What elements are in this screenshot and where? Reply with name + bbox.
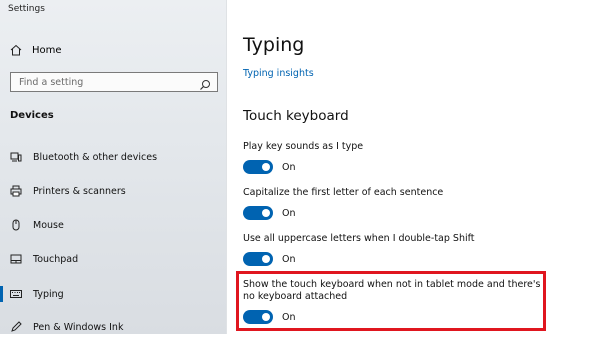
page-title: Typing: [243, 34, 305, 56]
sidebar-item-pen[interactable]: Pen & Windows Ink: [0, 316, 226, 338]
setting-key-sounds: Play key sounds as I type On: [243, 141, 543, 174]
search-box[interactable]: [10, 72, 218, 92]
toggle-knob: [262, 255, 270, 263]
toggle-knob: [262, 209, 270, 217]
capitalize-toggle[interactable]: [243, 206, 273, 220]
devices-section-label: Devices: [10, 110, 54, 121]
sidebar-item-label: Typing: [33, 288, 64, 300]
home-label: Home: [32, 44, 62, 56]
highlight-annotation-box: [236, 271, 546, 331]
setting-uppercase: Use all uppercase letters when I double-…: [243, 233, 543, 266]
app-title: Settings: [8, 4, 45, 14]
toggle-knob: [262, 163, 270, 171]
toggle-state-label: On: [282, 207, 296, 219]
setting-capitalize: Capitalize the first letter of each sent…: [243, 187, 543, 220]
sidebar-item-mouse[interactable]: Mouse: [0, 214, 226, 236]
key-sounds-toggle[interactable]: [243, 160, 273, 174]
sidebar-item-label: Printers & scanners: [33, 185, 126, 197]
sidebar-item-label: Touchpad: [33, 253, 79, 265]
sidebar: Settings Home Devices Bluetooth & other …: [0, 0, 227, 334]
section-heading: Touch keyboard: [243, 108, 349, 124]
keyboard-icon: [10, 288, 22, 300]
printer-icon: [10, 185, 22, 197]
sidebar-item-bluetooth[interactable]: Bluetooth & other devices: [0, 146, 226, 168]
search-icon[interactable]: [199, 76, 211, 90]
toggle-state-label: On: [282, 253, 296, 265]
touchpad-icon: [10, 253, 22, 265]
search-input[interactable]: [11, 75, 199, 89]
home-nav-item[interactable]: Home: [10, 40, 220, 60]
pen-icon: [10, 321, 22, 333]
sidebar-item-label: Pen & Windows Ink: [33, 321, 124, 333]
mouse-icon: [10, 219, 22, 231]
sidebar-item-typing[interactable]: Typing: [0, 283, 226, 305]
active-indicator: [0, 286, 3, 302]
sidebar-item-touchpad[interactable]: Touchpad: [0, 248, 226, 270]
sidebar-item-label: Bluetooth & other devices: [33, 151, 158, 163]
typing-insights-link[interactable]: Typing insights: [243, 68, 314, 79]
toggle-state-label: On: [282, 161, 296, 173]
uppercase-toggle[interactable]: [243, 252, 273, 266]
setting-label: Capitalize the first letter of each sent…: [243, 187, 444, 198]
sidebar-item-label: Mouse: [33, 219, 64, 231]
bluetooth-devices-icon: [10, 151, 22, 163]
home-icon: [10, 44, 22, 56]
setting-label: Use all uppercase letters when I double-…: [243, 233, 475, 244]
sidebar-item-printers[interactable]: Printers & scanners: [0, 180, 226, 202]
setting-label: Play key sounds as I type: [243, 141, 364, 152]
